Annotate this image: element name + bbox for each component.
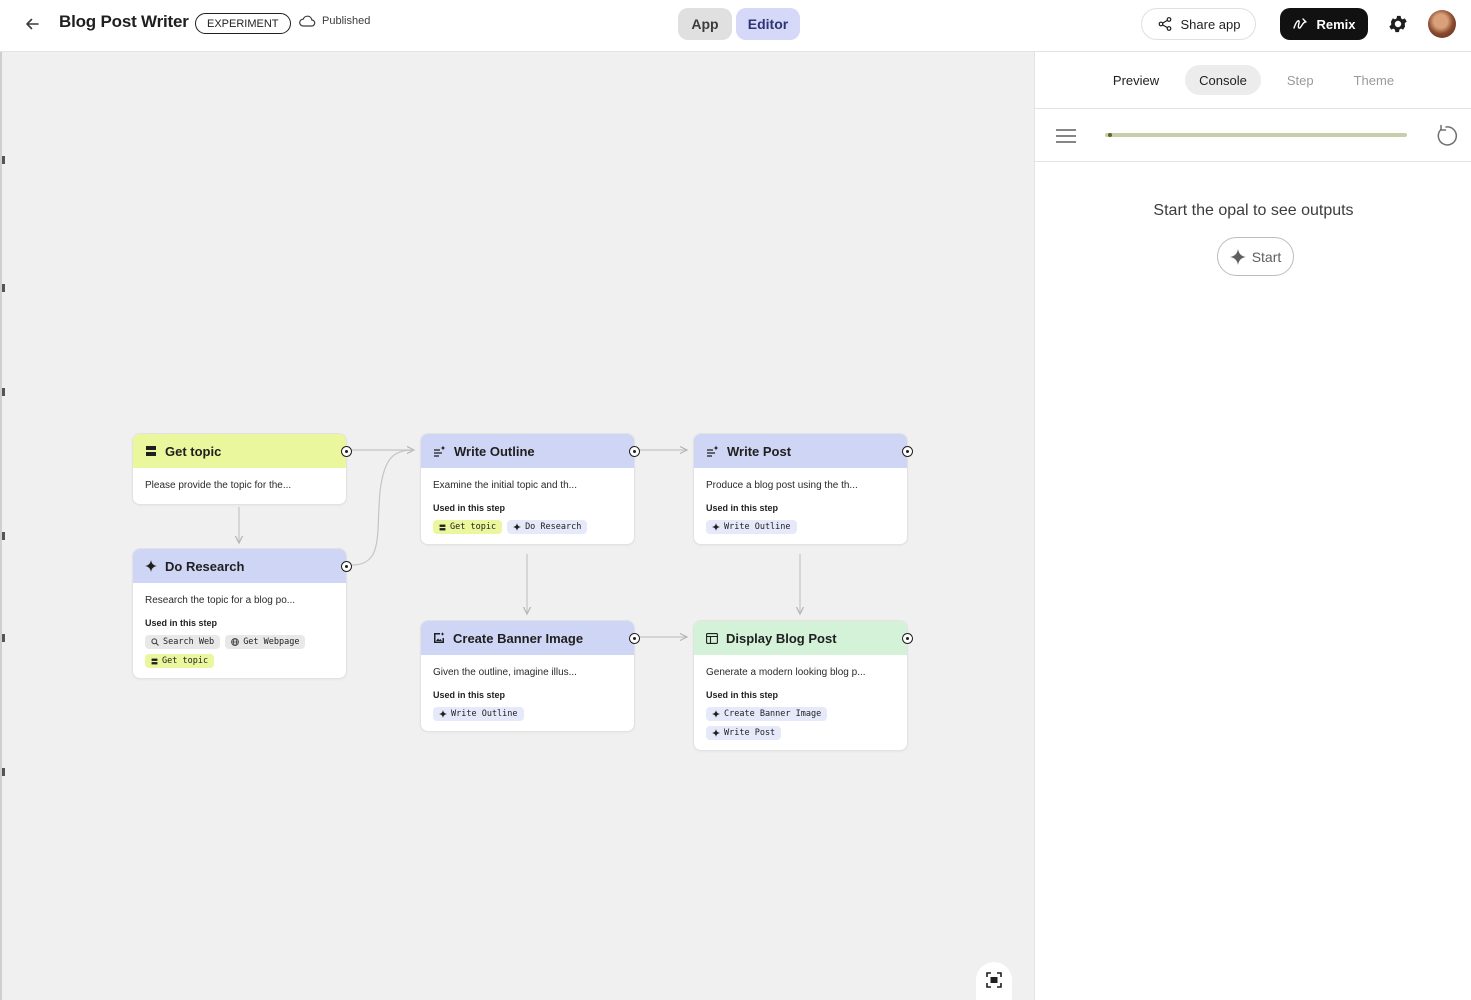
start-label: Start [1251,248,1282,265]
spark-icon [712,729,720,737]
tab-console[interactable]: Console [1185,65,1261,95]
remix-icon [1293,18,1308,29]
menu-icon[interactable] [1054,126,1078,146]
step-node-create-banner-image[interactable]: Create Banner Image Given the outline, i… [420,620,640,732]
input-chip-write-outline[interactable]: Write Outline [433,707,524,721]
step-description: Given the outline, imagine illus... [433,667,577,678]
output-port[interactable] [629,446,640,457]
publish-status[interactable]: Published [298,14,370,28]
mode-toggle: App Editor [678,8,800,40]
step-header: Write Outline [421,434,640,468]
run-progress-row [1035,109,1471,162]
step-header: Write Post [694,434,913,468]
app-title: Blog Post Writer [59,12,189,31]
step-description: Generate a modern looking blog p... [706,667,866,678]
mode-editor-button[interactable]: Editor [736,8,800,40]
tab-step[interactable]: Step [1273,65,1328,95]
publish-status-label: Published [322,15,371,27]
step-header: Create Banner Image [421,621,640,655]
used-in-step-label: Used in this step [706,690,779,700]
step-node-display-blog-post[interactable]: Display Blog Post Generate a modern look… [693,620,913,751]
used-in-step-label: Used in this step [433,690,506,700]
step-title: Write Post [727,443,792,459]
text-generate-icon [707,445,719,457]
input-chip-write-outline[interactable]: Write Outline [706,520,797,534]
step-header: Get topic [133,434,352,468]
spark-icon [712,523,720,531]
step-node-write-post[interactable]: Write Post Produce a blog post using the… [693,433,913,545]
top-bar: Blog Post Writer EXPERIMENT Published Ap… [0,0,1471,52]
spark-icon [145,560,157,572]
step-description: Research the topic for a blog po... [145,595,296,606]
remix-label: Remix [1316,16,1356,32]
globe-icon [231,638,240,646]
input-chip-get-topic[interactable]: Get topic [433,520,503,534]
step-node-get-topic[interactable]: Get topic Please provide the topic for t… [132,433,352,505]
tab-preview[interactable]: Preview [1099,65,1173,95]
empty-output-message: Start the opal to see outputs [1153,202,1354,219]
spark-icon [712,710,720,718]
output-port[interactable] [341,561,352,572]
step-title: Get topic [165,443,222,459]
step-title: Do Research [165,558,245,574]
step-description: Produce a blog post using the th... [706,480,858,491]
share-app-button[interactable]: Share app [1141,8,1256,40]
step-description: Examine the initial topic and th... [433,480,577,491]
step-title: Display Blog Post [726,630,837,646]
step-node-write-outline[interactable]: Write Outline Examine the initial topic … [420,433,640,545]
used-in-step-label: Used in this step [145,618,218,628]
search-icon [151,638,159,646]
step-title: Write Outline [454,443,535,459]
web-layout-icon [706,632,718,644]
used-in-step-label: Used in this step [433,503,506,513]
input-chip-do-research[interactable]: Do Research [507,520,588,534]
tool-chip-get-webpage[interactable]: Get Webpage [225,635,306,649]
text-generate-icon [434,445,446,457]
input-icon [439,524,446,530]
remix-button[interactable]: Remix [1280,8,1368,40]
step-header: Display Blog Post [694,621,913,655]
run-progress-bar [1105,133,1407,137]
experiment-badge: EXPERIMENT [195,13,291,34]
avatar[interactable] [1428,10,1456,38]
input-icon [146,446,156,456]
progress-indicator [1108,133,1112,137]
side-panel: Preview Console Step Theme Start the opa… [1034,52,1471,1000]
mode-app-button[interactable]: App [678,8,732,40]
step-header: Do Research [133,549,352,583]
edge-do-research-to-write-outline [351,449,415,566]
input-chip-write-post[interactable]: Write Post [706,726,782,740]
output-port[interactable] [902,446,913,457]
tool-chip-search-web[interactable]: Search Web [145,635,221,649]
share-app-label: Share app [1180,16,1241,32]
output-port[interactable] [341,446,352,457]
reset-icon[interactable] [1433,123,1459,149]
used-in-step-label: Used in this step [706,503,779,513]
editor-canvas[interactable]: Get topic Please provide the topic for t… [0,52,1034,1000]
input-chip-create-banner-image[interactable]: Create Banner Image [706,707,828,721]
input-icon [151,658,158,664]
input-chip-get-topic[interactable]: Get topic [145,654,215,668]
image-generate-icon [434,632,445,643]
output-port[interactable] [902,633,913,644]
step-title: Create Banner Image [453,630,584,646]
share-icon [1158,17,1171,31]
output-port[interactable] [629,633,640,644]
spark-icon [513,523,522,531]
start-button[interactable]: Start [1217,237,1294,276]
back-arrow-icon[interactable] [18,10,46,38]
spark-icon [439,710,447,718]
spark-icon [1229,248,1246,265]
cloud-icon [299,15,316,27]
gear-icon[interactable] [1387,13,1409,35]
tab-theme[interactable]: Theme [1340,65,1408,95]
step-description: Please provide the topic for the... [145,480,292,491]
step-node-do-research[interactable]: Do Research Research the topic for a blo… [132,548,352,679]
fit-to-screen-icon[interactable] [976,962,1012,1000]
panel-tabs: Preview Console Step Theme [1035,52,1471,109]
